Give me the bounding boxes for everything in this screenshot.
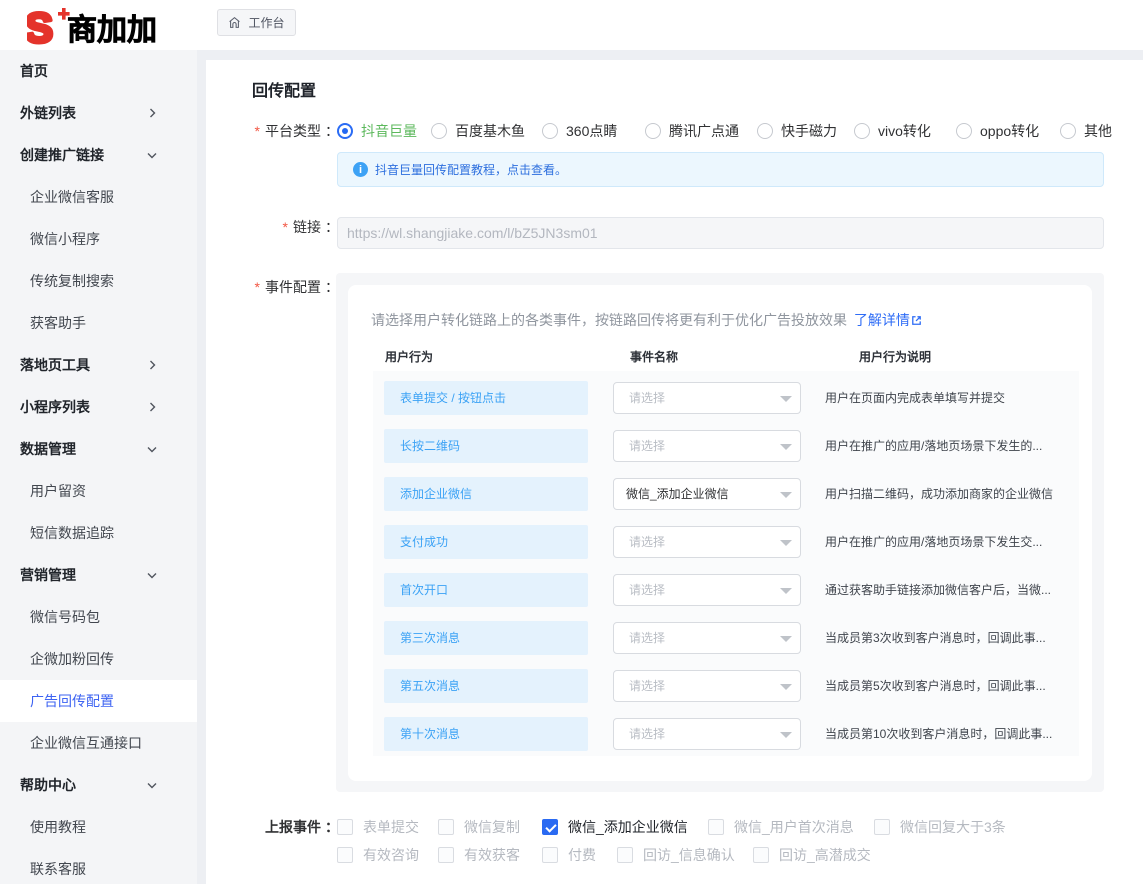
svg-text:S: S (27, 4, 53, 48)
